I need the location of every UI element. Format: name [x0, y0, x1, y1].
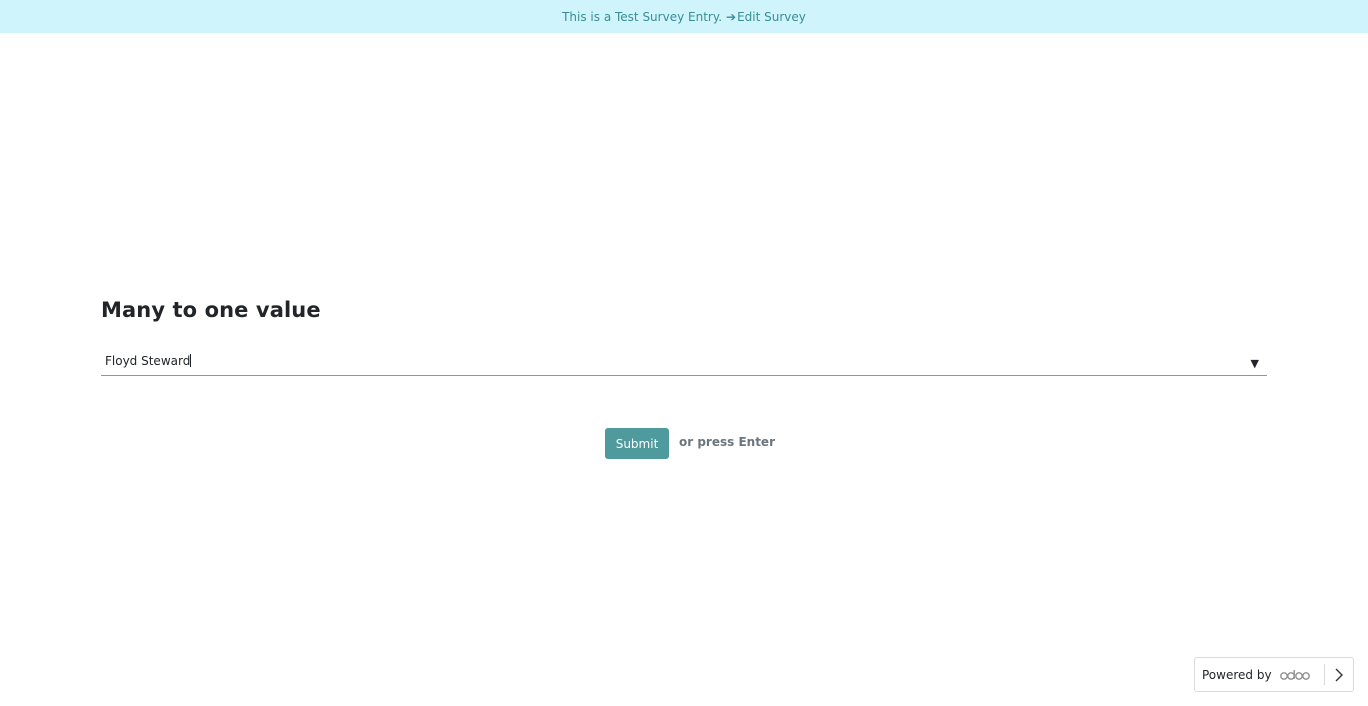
- odoo-logo: [1279, 669, 1310, 680]
- dropdown-arrow-icon[interactable]: ▼: [1251, 357, 1259, 370]
- text-cursor: [190, 354, 192, 367]
- badge-divider: [1324, 664, 1325, 685]
- powered-by-label: Powered by: [1202, 667, 1272, 682]
- banner-text: This is a Test Survey Entry.: [562, 9, 723, 24]
- many-to-one-select[interactable]: Floyd Steward ▼: [101, 350, 1267, 376]
- test-survey-banner: This is a Test Survey Entry. ➔ Edit Surv…: [0, 0, 1368, 33]
- powered-by-badge[interactable]: Powered by: [1194, 657, 1354, 692]
- chevron-right-icon[interactable]: [1332, 667, 1346, 683]
- select-value[interactable]: Floyd Steward: [105, 354, 192, 368]
- press-enter-hint: or press Enter: [679, 435, 775, 449]
- submit-button[interactable]: Submit: [605, 428, 669, 459]
- question-title: Many to one value: [101, 298, 321, 322]
- arrow-right-icon: ➔: [726, 9, 737, 24]
- edit-survey-link[interactable]: Edit Survey: [737, 10, 806, 24]
